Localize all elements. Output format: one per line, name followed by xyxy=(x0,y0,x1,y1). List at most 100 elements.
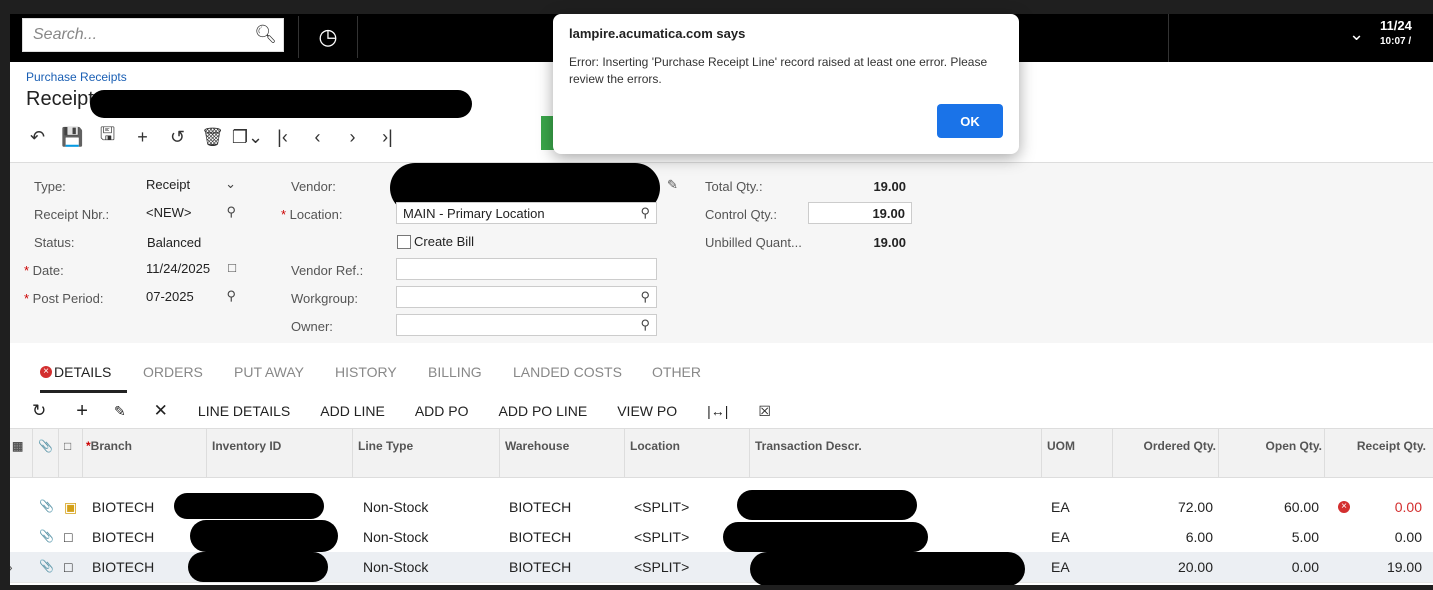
search-icon[interactable]: ⚲ xyxy=(226,204,236,220)
cell-uom[interactable]: EA xyxy=(1051,529,1070,545)
cell-ordered-qty[interactable]: 72.00 xyxy=(1118,499,1213,515)
last-record-icon[interactable]: ›| xyxy=(370,127,405,148)
location-field[interactable]: MAIN - Primary Location ⚲ xyxy=(396,202,657,224)
control-qty-field[interactable]: 19.00 xyxy=(808,202,912,224)
edit-vendor-icon[interactable]: ✎ xyxy=(667,177,678,193)
tab-details[interactable]: DETAILS xyxy=(39,364,128,393)
cell-open-qty[interactable]: 60.00 xyxy=(1224,499,1319,515)
back-icon[interactable]: ↶ xyxy=(20,127,55,148)
view-po-button[interactable]: VIEW PO xyxy=(617,403,677,419)
ok-button[interactable]: OK xyxy=(937,104,1003,138)
post-period-field[interactable]: 07-2025 ⚲ xyxy=(140,286,242,308)
attachment-icon[interactable]: 📎 xyxy=(39,499,54,513)
cell-open-qty[interactable]: 5.00 xyxy=(1224,529,1319,545)
export-excel-icon[interactable]: ☒ xyxy=(758,403,771,420)
cell-ordered-qty[interactable]: 20.00 xyxy=(1118,559,1213,575)
table-row[interactable]: 📎 ▣ BIOTECH Non-Stock BIOTECH <SPLIT> EA… xyxy=(10,490,1433,523)
col-warehouse[interactable]: Warehouse xyxy=(505,439,569,453)
col-inventory-id[interactable]: Inventory ID xyxy=(212,439,281,453)
search-icon[interactable]: ⚲ xyxy=(640,317,650,333)
tab-orders[interactable]: ORDERS xyxy=(143,364,203,380)
cell-receipt-qty[interactable]: 19.00 xyxy=(1328,559,1422,575)
col-ordered-qty[interactable]: Ordered Qty. xyxy=(1118,439,1216,453)
user-menu[interactable]: ⌄ xyxy=(1168,14,1364,62)
cell-warehouse[interactable]: BIOTECH xyxy=(509,529,571,545)
cell-receipt-qty[interactable]: 0.00 xyxy=(1328,499,1422,515)
redaction xyxy=(750,552,1025,585)
cell-line-type[interactable]: Non-Stock xyxy=(363,499,428,515)
cell-warehouse[interactable]: BIOTECH xyxy=(509,499,571,515)
note-icon[interactable]: □ xyxy=(64,529,72,545)
undo-icon[interactable]: ↺ xyxy=(160,127,195,148)
first-record-icon[interactable]: |‹ xyxy=(265,127,300,148)
cell-warehouse[interactable]: BIOTECH xyxy=(509,559,571,575)
save-close-icon[interactable]: 💾 xyxy=(55,127,90,148)
table-row[interactable]: › 📎 □ BIOTECH Non-Stock BIOTECH <SPLIT> … xyxy=(10,552,1433,585)
tab-other[interactable]: OTHER xyxy=(652,364,701,380)
cell-receipt-qty[interactable]: 0.00 xyxy=(1328,529,1422,545)
search-input[interactable]: Search... xyxy=(33,26,97,44)
delete-icon[interactable]: 🗑 xyxy=(195,127,230,148)
owner-field[interactable]: ⚲ xyxy=(396,314,657,336)
cell-uom[interactable]: EA xyxy=(1051,559,1070,575)
workgroup-field[interactable]: ⚲ xyxy=(396,286,657,308)
chevron-down-icon[interactable]: ⌄ xyxy=(1349,24,1364,45)
col-transaction-descr[interactable]: Transaction Descr. xyxy=(755,439,862,453)
search-box[interactable]: Search... 🔍︎ xyxy=(22,18,284,52)
tab-history[interactable]: HISTORY xyxy=(335,364,397,380)
search-icon[interactable]: 🔍︎ xyxy=(254,24,277,45)
cell-branch[interactable]: BIOTECH xyxy=(92,529,154,545)
page-title: Receipt xyxy=(26,88,94,110)
cell-open-qty[interactable]: 0.00 xyxy=(1224,559,1319,575)
cell-location[interactable]: <SPLIT> xyxy=(634,559,689,575)
calendar-icon[interactable]: □ xyxy=(228,260,236,275)
tab-put-away[interactable]: PUT AWAY xyxy=(234,364,304,380)
attachment-icon[interactable]: 📎 xyxy=(39,559,54,573)
add-icon[interactable]: + xyxy=(125,127,160,148)
cell-uom[interactable]: EA xyxy=(1051,499,1070,515)
cell-location[interactable]: <SPLIT> xyxy=(634,499,689,515)
line-details-button[interactable]: LINE DETAILS xyxy=(198,403,290,419)
note-icon[interactable]: □ xyxy=(64,559,72,575)
add-line-button[interactable]: ADD LINE xyxy=(320,403,385,419)
delete-row-icon[interactable]: ✕ xyxy=(154,401,168,421)
cell-branch[interactable]: BIOTECH xyxy=(92,559,154,575)
receipt-nbr-field[interactable]: <NEW> ⚲ xyxy=(140,202,242,224)
cell-line-type[interactable]: Non-Stock xyxy=(363,559,428,575)
previous-icon[interactable]: ‹ xyxy=(300,127,335,148)
cell-line-type[interactable]: Non-Stock xyxy=(363,529,428,545)
fit-columns-icon[interactable]: |↔| xyxy=(707,403,728,419)
col-open-qty[interactable]: Open Qty. xyxy=(1224,439,1322,453)
cell-location[interactable]: <SPLIT> xyxy=(634,529,689,545)
search-icon[interactable]: ⚲ xyxy=(640,289,650,305)
col-branch[interactable]: *Branch xyxy=(86,439,132,453)
table-row[interactable]: 📎 □ BIOTECH Non-Stock BIOTECH <SPLIT> EA… xyxy=(10,520,1433,553)
cell-ordered-qty[interactable]: 6.00 xyxy=(1118,529,1213,545)
add-row-icon[interactable]: + xyxy=(76,400,88,423)
search-icon[interactable]: ⚲ xyxy=(640,205,650,221)
type-select[interactable]: Receipt ⌄ xyxy=(140,174,242,196)
col-line-type[interactable]: Line Type xyxy=(358,439,413,453)
cell-branch[interactable]: BIOTECH xyxy=(92,499,154,515)
col-receipt-qty[interactable]: Receipt Qty. xyxy=(1328,439,1426,453)
date-field[interactable]: 11/24/2025 □ xyxy=(140,258,242,280)
refresh-icon[interactable]: ↻ xyxy=(32,401,46,421)
note-filled-icon[interactable]: ▣ xyxy=(64,499,77,516)
tab-billing[interactable]: BILLING xyxy=(428,364,482,380)
copy-paste-icon[interactable]: ❐⌄ xyxy=(230,127,265,148)
recent-history-icon[interactable]: ◷ xyxy=(298,16,358,58)
attachment-icon[interactable]: 📎 xyxy=(39,529,54,543)
next-icon[interactable]: › xyxy=(335,127,370,148)
breadcrumb[interactable]: Purchase Receipts xyxy=(26,70,127,84)
grid-settings-icon[interactable]: ▦ xyxy=(12,439,23,453)
add-po-button[interactable]: ADD PO xyxy=(415,403,469,419)
tab-landed-costs[interactable]: LANDED COSTS xyxy=(513,364,622,380)
add-po-line-button[interactable]: ADD PO LINE xyxy=(499,403,588,419)
edit-row-icon[interactable]: ✎ xyxy=(114,403,126,420)
save-icon[interactable]: 🖫 xyxy=(90,122,125,152)
vendor-ref-field[interactable] xyxy=(396,258,657,280)
col-uom[interactable]: UOM xyxy=(1047,439,1075,453)
col-location[interactable]: Location xyxy=(630,439,680,453)
create-bill-checkbox[interactable] xyxy=(397,235,411,249)
search-icon[interactable]: ⚲ xyxy=(226,288,236,304)
